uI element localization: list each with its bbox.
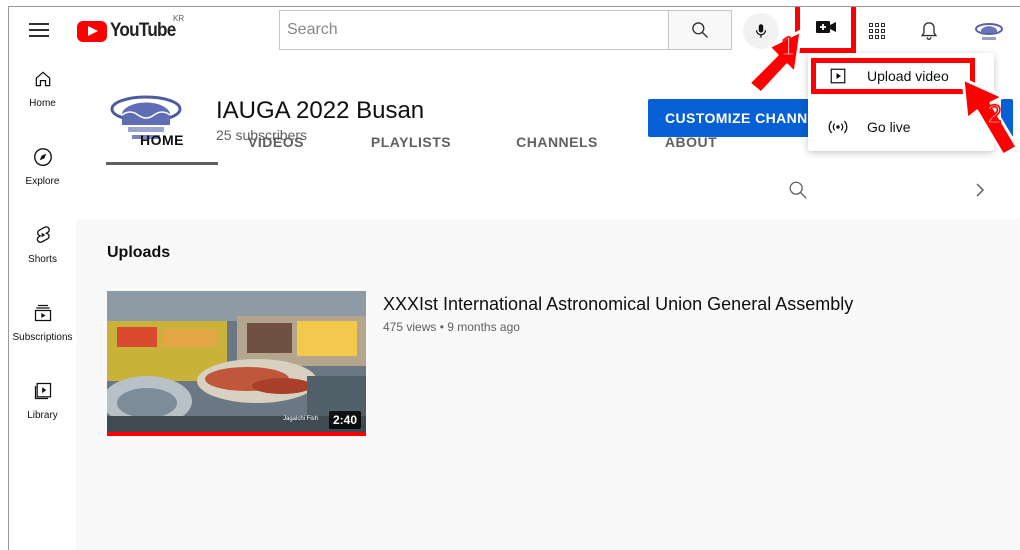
video-thumbnail[interactable]: Jagalchi Fish 2:40 <box>107 291 366 436</box>
step-1-arrow-icon <box>747 29 803 95</box>
upload-video-highlight-box <box>811 58 975 94</box>
sidebar-item-shorts[interactable]: Shorts <box>9 213 76 287</box>
video-title[interactable]: XXXIst International Astronomical Union … <box>383 294 853 315</box>
shorts-icon <box>31 223 55 247</box>
library-icon <box>31 379 55 403</box>
apps-grid-icon[interactable] <box>865 19 889 43</box>
top-bar: YouTube KR <box>9 7 1020 57</box>
logo-text: YouTube <box>110 20 176 41</box>
tab-home[interactable]: HOME <box>106 117 218 165</box>
notifications-bell-icon[interactable] <box>917 19 941 43</box>
youtube-logo[interactable]: YouTube KR <box>77 14 184 43</box>
sidebar-item-library[interactable]: Library <box>9 369 76 443</box>
menu-item-label: Go live <box>867 119 911 135</box>
sidebar-item-label: Explore <box>25 176 60 187</box>
search-icon <box>692 22 708 38</box>
sidebar-item-explore[interactable]: Explore <box>9 135 76 209</box>
channel-search-icon[interactable] <box>787 179 809 206</box>
sidebar-item-label: Subscriptions <box>12 332 73 343</box>
account-avatar[interactable] <box>973 15 1005 47</box>
hamburger-menu-icon[interactable] <box>29 22 49 38</box>
watch-progress-bar <box>107 432 366 436</box>
thumbnail-caption: Jagalchi Fish <box>283 416 319 422</box>
tab-videos[interactable]: VIDEOS <box>236 117 316 167</box>
subscriptions-icon <box>31 301 55 325</box>
home-icon <box>31 67 55 91</box>
country-code: KR <box>173 14 185 23</box>
live-icon <box>826 118 850 136</box>
search-input[interactable] <box>287 21 668 39</box>
section-title[interactable]: Uploads <box>107 244 170 262</box>
create-video-icon <box>815 21 836 33</box>
chevron-right-icon[interactable] <box>972 181 988 204</box>
tab-playlists[interactable]: PLAYLISTS <box>356 117 466 167</box>
youtube-play-icon <box>77 20 107 42</box>
sidebar-item-home[interactable]: Home <box>9 57 76 131</box>
sidebar-item-label: Shorts <box>28 254 57 265</box>
search-box[interactable] <box>279 10 668 50</box>
sidebar: Home Explore Shorts Subscriptions Librar… <box>9 57 76 550</box>
video-metadata: 475 views • 9 months ago <box>383 320 520 334</box>
compass-icon <box>31 145 55 169</box>
sidebar-item-subscriptions[interactable]: Subscriptions <box>9 291 76 365</box>
tab-channels[interactable]: CHANNELS <box>506 117 608 167</box>
step-2-label: 2 <box>986 98 1002 130</box>
sidebar-item-label: Library <box>27 410 58 421</box>
sidebar-item-label: Home <box>29 98 56 109</box>
search-button[interactable] <box>668 10 732 50</box>
uploads-section: Uploads Jagalchi Fish 2:40 XXXIst Intern… <box>76 219 1020 550</box>
step-1-label: 1 <box>780 30 796 62</box>
browser-viewport: YouTube KR Search Home Explore Shorts Su… <box>8 6 1020 550</box>
video-duration: 2:40 <box>328 411 361 429</box>
fish-market-thumbnail-image <box>107 291 366 436</box>
tab-about[interactable]: ABOUT <box>656 117 726 167</box>
